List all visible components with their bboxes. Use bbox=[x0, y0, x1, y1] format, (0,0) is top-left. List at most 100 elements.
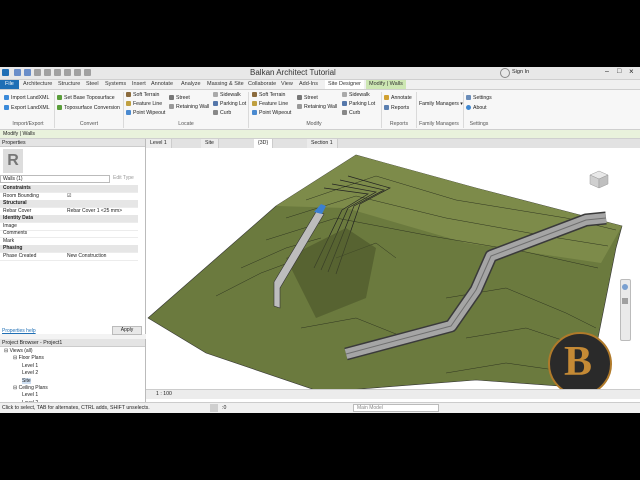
about-button[interactable]: About bbox=[466, 105, 487, 111]
view-tab-site[interactable]: Site bbox=[201, 139, 219, 148]
undo-icon[interactable] bbox=[34, 69, 41, 76]
property-value[interactable]: Rebar Cover 1 <25 mm> bbox=[67, 208, 122, 215]
point-wipeout-icon bbox=[252, 110, 257, 116]
modify-parking-lot-label: Parking Lot bbox=[349, 101, 376, 107]
browser-item[interactable]: Level 1 bbox=[22, 363, 38, 369]
context-label: Modify | Walls bbox=[3, 131, 35, 137]
locate-feature-line-button[interactable]: Feature Line bbox=[126, 101, 162, 107]
modify-sidewalk-label: Sidewalk bbox=[349, 92, 370, 98]
modify-curb-button[interactable]: Curb bbox=[342, 110, 360, 116]
browser-item[interactable]: ⊟ Ceiling Plans bbox=[13, 385, 48, 391]
view-tab-section-1[interactable]: Section 1 bbox=[307, 139, 338, 148]
conversion-icon bbox=[57, 105, 62, 111]
family-managers-button[interactable]: Family Managers ▾ bbox=[419, 101, 463, 107]
panel-label-settings: Settings bbox=[469, 121, 489, 127]
save-icon[interactable] bbox=[24, 69, 31, 76]
close-button[interactable]: × bbox=[629, 67, 634, 76]
panel-label-modify: Modify bbox=[306, 121, 322, 127]
tab-file[interactable]: File bbox=[0, 80, 19, 89]
tab-massing-site[interactable]: Massing & Site bbox=[207, 81, 244, 87]
annotate-label: Annotate bbox=[391, 95, 412, 101]
browser-item[interactable]: Level 1 bbox=[22, 392, 38, 398]
modify-feature-line-button[interactable]: Feature Line bbox=[252, 101, 288, 107]
annotate-icon bbox=[384, 95, 389, 101]
text-icon[interactable] bbox=[74, 69, 81, 76]
modify-point-wipeout-button[interactable]: Point Wipeout bbox=[252, 110, 291, 116]
tab-structure[interactable]: Structure bbox=[58, 81, 80, 87]
view-tab-3d[interactable]: {3D} bbox=[254, 139, 274, 148]
tab-collaborate[interactable]: Collaborate bbox=[248, 81, 276, 87]
tab-architecture[interactable]: Architecture bbox=[23, 81, 52, 87]
settings-button[interactable]: Settings bbox=[466, 95, 492, 101]
print-icon[interactable] bbox=[54, 69, 61, 76]
properties-title: Properties bbox=[0, 139, 145, 147]
tab-analyze[interactable]: Analyze bbox=[181, 81, 201, 87]
redo-icon[interactable] bbox=[44, 69, 51, 76]
property-row[interactable]: Phase Created New Construction bbox=[0, 253, 138, 261]
browser-item[interactable]: Level 2 bbox=[22, 370, 38, 376]
status-count: :0 bbox=[222, 405, 227, 411]
modify-sidewalk-button[interactable]: Sidewalk bbox=[342, 92, 370, 98]
edit-type-button[interactable]: Edit Type bbox=[113, 175, 134, 181]
tab-modify-walls[interactable]: Modify | Walls bbox=[366, 80, 406, 89]
locate-point-wipeout-button[interactable]: Point Wipeout bbox=[126, 110, 165, 116]
steering-wheel-icon[interactable] bbox=[622, 284, 628, 290]
modify-parking-lot-button[interactable]: Parking Lot bbox=[342, 101, 375, 107]
properties-palette: Properties R Walls (1) Edit Type Constra… bbox=[0, 139, 146, 335]
export-landxml-button[interactable]: Export LandXML bbox=[4, 105, 50, 111]
navigation-bar[interactable] bbox=[620, 279, 631, 341]
tab-systems[interactable]: Systems bbox=[105, 81, 126, 87]
tab-steel[interactable]: Steel bbox=[86, 81, 99, 87]
view-scale[interactable]: 1 : 100 bbox=[156, 391, 172, 397]
tab-site-designer[interactable]: Site Designer bbox=[325, 80, 365, 89]
zoom-icon[interactable] bbox=[622, 298, 628, 304]
tab-view[interactable]: View bbox=[281, 81, 293, 87]
set-base-toposurface-button[interactable]: Set Base Toposurface bbox=[57, 95, 115, 101]
browser-item[interactable]: Site bbox=[22, 377, 31, 384]
sign-in-link[interactable]: Sign In bbox=[512, 69, 529, 75]
locate-feature-line-label: Feature Line bbox=[133, 101, 163, 107]
tab-add-ins[interactable]: Add-Ins bbox=[299, 81, 318, 87]
view-tab-level-1[interactable]: Level 1 bbox=[146, 139, 172, 148]
toposurface-conversion-button[interactable]: Toposurface Conversion bbox=[57, 105, 120, 111]
locate-street-button[interactable]: Street bbox=[169, 95, 190, 101]
3d-view-icon[interactable] bbox=[84, 69, 91, 76]
locate-retaining-wall-button[interactable]: Retaining Wall bbox=[169, 104, 209, 110]
import-landxml-button[interactable]: Import LandXML bbox=[4, 95, 49, 101]
apply-button[interactable]: Apply bbox=[112, 326, 142, 335]
info-icon bbox=[466, 105, 471, 111]
modify-soft-terrain-button[interactable]: Soft Terrain bbox=[252, 92, 285, 98]
modify-street-button[interactable]: Street bbox=[297, 95, 318, 101]
properties-grid: Constraints Room Bounding ☑ Structural Rebar… bbox=[0, 185, 138, 325]
reports-button[interactable]: Reports bbox=[384, 105, 409, 111]
locate-soft-terrain-button[interactable]: Soft Terrain bbox=[126, 92, 159, 98]
property-value[interactable]: New Construction bbox=[67, 253, 106, 260]
locate-curb-button[interactable]: Curb bbox=[213, 110, 231, 116]
minimize-button[interactable]: – bbox=[605, 68, 609, 75]
tab-annotate[interactable]: Annotate bbox=[151, 81, 173, 87]
tab-insert[interactable]: Insert bbox=[132, 81, 146, 87]
properties-help-link[interactable]: Properties help bbox=[2, 328, 36, 334]
browser-item[interactable]: ⊟ Floor Plans bbox=[13, 355, 44, 361]
browser-item[interactable]: ⊟ Views (all) bbox=[4, 348, 33, 354]
gear-icon bbox=[466, 95, 471, 101]
locate-parking-lot-button[interactable]: Parking Lot bbox=[213, 101, 246, 107]
status-message: Click to select, TAB for alternates, CTR… bbox=[2, 405, 150, 411]
maximize-button[interactable]: □ bbox=[617, 68, 621, 75]
worksets-icon[interactable] bbox=[210, 404, 218, 412]
type-selector[interactable]: Walls (1) bbox=[0, 175, 110, 183]
property-name: Rebar Cover bbox=[3, 207, 32, 214]
panel-separator bbox=[416, 92, 417, 128]
property-value[interactable]: ☑ bbox=[67, 193, 71, 200]
property-name: Phase Created bbox=[3, 252, 37, 259]
view-cube[interactable] bbox=[586, 169, 612, 189]
toposurface-conversion-label: Toposurface Conversion bbox=[64, 105, 120, 111]
locate-sidewalk-button[interactable]: Sidewalk bbox=[213, 92, 241, 98]
design-options-select[interactable]: Main Model bbox=[353, 404, 439, 412]
modify-feature-line-label: Feature Line bbox=[259, 101, 289, 107]
open-icon[interactable] bbox=[14, 69, 21, 76]
annotate-button[interactable]: Annotate bbox=[384, 95, 412, 101]
measure-icon[interactable] bbox=[64, 69, 71, 76]
modify-retaining-wall-button[interactable]: Retaining Wall bbox=[297, 104, 337, 110]
revit-logo-icon[interactable] bbox=[2, 69, 9, 76]
